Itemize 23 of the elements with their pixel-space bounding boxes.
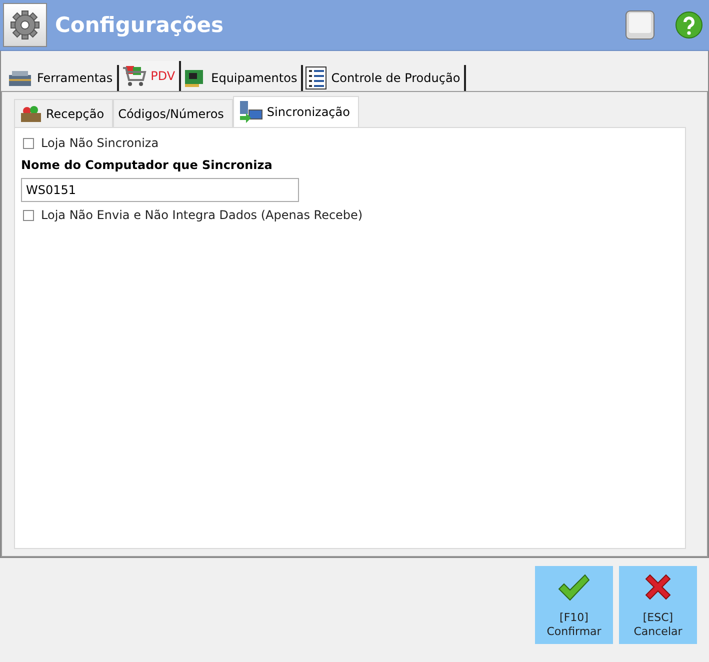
help-icon[interactable] — [675, 11, 703, 39]
confirm-button[interactable]: [F10] Confirmar — [535, 566, 613, 644]
tab[interactable]: Códigos/Números — [113, 99, 233, 127]
checkbox-label: Loja Não Sincroniza — [41, 136, 159, 150]
tab[interactable]: PDV — [118, 61, 182, 91]
window-title: Configurações — [55, 13, 224, 37]
cancel-button[interactable]: [ESC] Cancelar — [619, 566, 697, 644]
field-label: Nome do Computador que Sincroniza — [21, 158, 274, 172]
computers-icon — [238, 100, 264, 124]
checkmark-icon — [557, 573, 591, 603]
checkbox[interactable] — [23, 138, 34, 148]
input-field[interactable]: WS0151 — [21, 178, 299, 202]
settings-icon — [3, 3, 47, 47]
checkbox[interactable] — [23, 210, 34, 220]
tab[interactable]: Sincronização — [232, 96, 359, 127]
square-button-icon[interactable] — [625, 10, 655, 40]
toolbox-icon — [7, 68, 33, 88]
tab[interactable]: Controle de Produção — [303, 65, 466, 91]
checkbox-label: Loja Não Envia e Não Integra Dados (Apenas Recebe) — [41, 208, 363, 222]
list-icon — [305, 66, 328, 90]
tab[interactable]: Recepção — [14, 99, 114, 127]
basket-icon — [19, 104, 43, 124]
cart-icon — [120, 64, 147, 88]
